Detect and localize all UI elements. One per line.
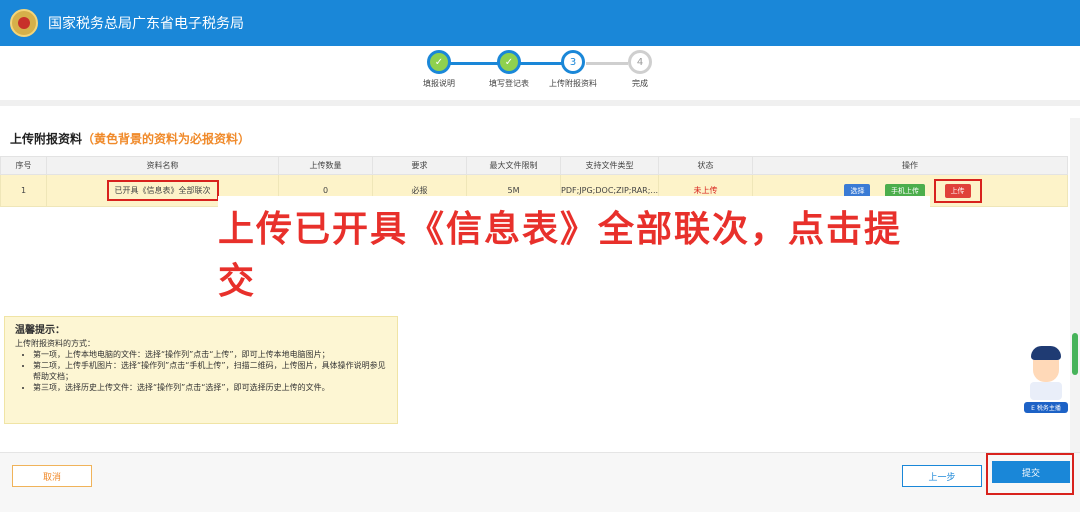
col-header: 要求 [372,156,467,175]
col-header: 上传数量 [278,156,373,175]
mascot-body [1030,382,1062,400]
tips-item: 第一项，上传本地电脑的文件：选择“操作列”点击“上传”，即可上传本地电脑图片； [33,349,387,360]
app-title: 国家税务总局广东省电子税务局 [48,16,244,32]
tips-item: 第二项，上传手机图片：选择“操作列”点击“手机上传”，扫描二维码，上传图片，具体… [33,360,387,382]
material-name: 已开具《信息表》全部联次 [106,180,219,201]
progress-steps: ✓ 填报说明 ✓ 填写登记表 3 上传附报资料 4 完成 [0,50,1080,96]
page-scrollbar[interactable] [1070,118,1080,458]
col-header: 支持文件类型 [559,156,660,175]
mascot-badge: E 税务主播 [1024,402,1068,413]
col-header: 状态 [658,156,754,175]
mascot-face [1033,360,1059,382]
submit-highlight: 提交 [986,453,1074,495]
cancel-button[interactable]: 取消 [12,465,92,487]
instruction-text: 上传已开具《信息表》全部联次，点击提交 [218,209,903,302]
col-header: 序号 [0,156,47,175]
tips-title: 温馨提示： [15,325,65,336]
divider [0,100,1080,106]
section-hint: （黄色背景的资料为必报资料） [82,132,251,146]
col-header: 最大文件限制 [466,156,561,175]
section-title: 上传附报资料（黄色背景的资料为必报资料） [10,130,250,147]
tax-emblem-icon [10,9,38,37]
section-title-text: 上传附报资料 [10,132,83,146]
tips-intro: 上传附报资料的方式： [15,339,95,348]
app-header: 国家税务总局广东省电子税务局 [0,0,1080,46]
step-label: 完成 [632,79,648,88]
check-icon: ✓ [427,50,451,74]
row-index: 1 [0,174,47,207]
col-header: 资料名称 [46,156,279,175]
tips-panel: 温馨提示： 上传附报资料的方式： 第一项，上传本地电脑的文件：选择“操作列”点击… [4,316,398,424]
table-header-row: 序号 资料名称 上传数量 要求 最大文件限制 支持文件类型 状态 操作 [0,156,1068,175]
upload-highlight: 上传 [933,178,982,203]
assistant-mascot[interactable]: E 税务主播 [1024,346,1068,418]
footer-bar: 取消 上一步 提交 [0,452,1080,512]
col-header: 操作 [752,156,1068,175]
upload-button[interactable]: 上传 [944,183,971,198]
instruction-overlay: 上传已开具《信息表》全部联次，点击提交 [218,196,930,308]
submit-button[interactable]: 提交 [992,461,1070,483]
step-number: 4 [628,50,652,74]
mascot-hat [1031,346,1061,360]
tips-item: 第三项，选择历史上传文件：选择“操作列”点击“选择”，即可选择历史上传的文件。 [33,382,387,393]
scrollbar-thumb[interactable] [1072,333,1078,375]
step-number: 3 [561,50,585,74]
step-4: 4 完成 [595,50,685,89]
prev-step-button[interactable]: 上一步 [902,465,982,487]
check-icon: ✓ [497,50,521,74]
